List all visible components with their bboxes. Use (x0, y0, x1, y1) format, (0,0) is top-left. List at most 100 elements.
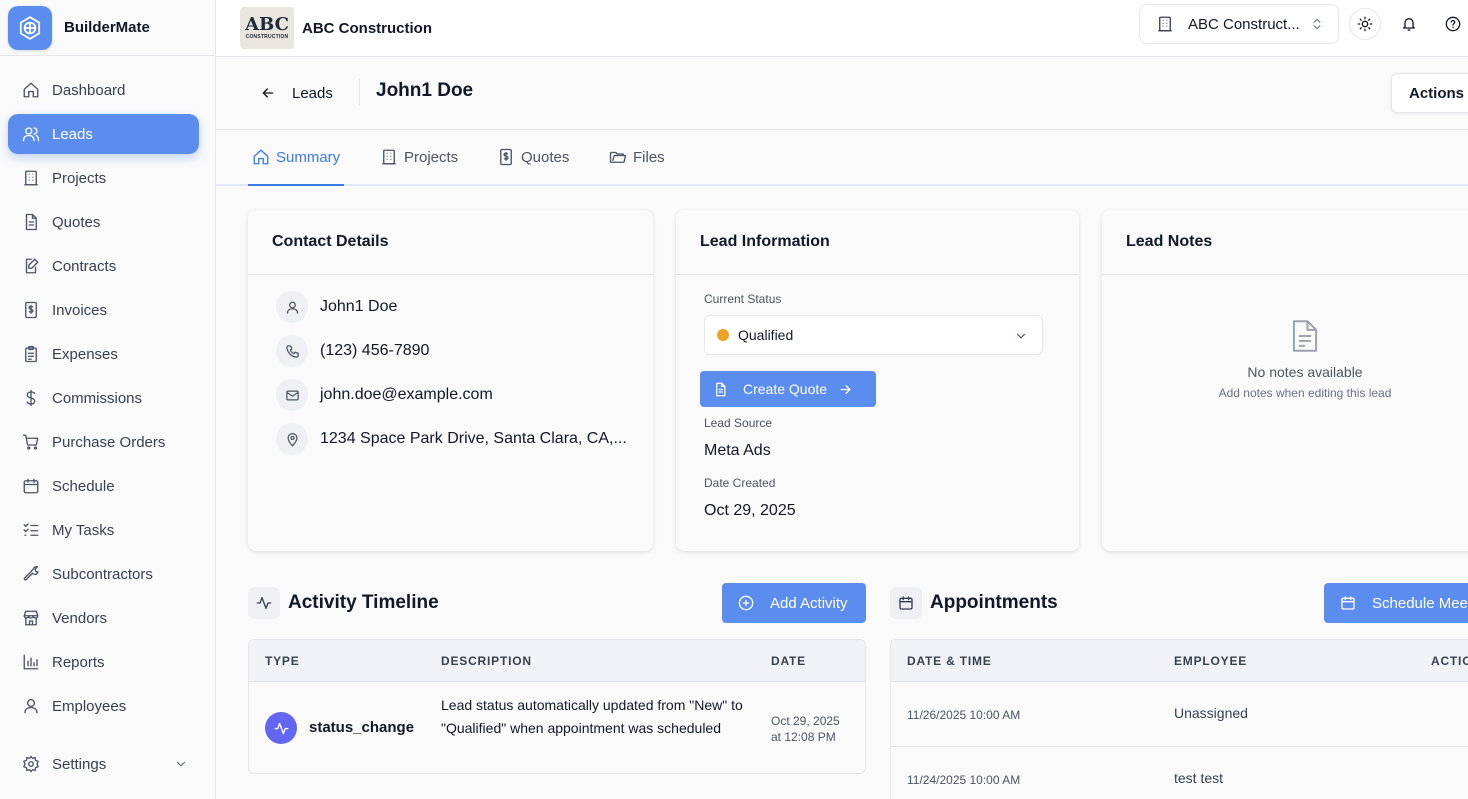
contact-name: John1 Doe (320, 298, 398, 315)
arrow-left-icon (262, 88, 274, 98)
activity-time: at 12:08 PM (771, 730, 836, 744)
sidebar-item-leads[interactable]: Leads (8, 114, 199, 154)
contact-phone[interactable]: (123) 456-7890 (320, 342, 429, 360)
company-name: ABC Construction (302, 19, 432, 37)
table-row[interactable]: 11/24/2025 10:00 AM test test (891, 747, 1468, 799)
notes-empty-title: No notes available (1247, 364, 1363, 380)
help-circle-icon (1445, 16, 1461, 32)
help-button[interactable] (1437, 8, 1468, 40)
status-value: Qualified (738, 327, 794, 343)
schedule-meeting-button[interactable]: Schedule Meeting (1324, 583, 1468, 623)
document-icon (1292, 320, 1318, 352)
app-logo-icon[interactable] (8, 5, 52, 50)
sidebar-item-commissions[interactable]: Commissions (8, 378, 199, 418)
company-logo-subtext: CONSTRUCTION (245, 34, 289, 40)
wrench-icon (23, 566, 39, 581)
table-row[interactable]: status_change Lead status automatically … (249, 682, 865, 773)
create-quote-label: Create Quote (743, 381, 828, 397)
actions-button[interactable]: Actions (1391, 73, 1468, 113)
card-title: Contact Details (248, 210, 653, 275)
column-header-date: DATE (771, 654, 806, 668)
dollar-file-icon (500, 148, 512, 166)
list-check-icon (23, 523, 39, 536)
building-icon (382, 149, 396, 165)
theme-toggle-button[interactable] (1349, 8, 1381, 40)
sidebar-item-vendors[interactable]: Vendors (8, 598, 199, 638)
sidebar-item-expenses[interactable]: Expenses (8, 334, 199, 374)
create-quote-button[interactable]: Create Quote (700, 371, 876, 407)
sidebar-item-contracts[interactable]: Contracts (8, 246, 199, 286)
tab-label: Projects (404, 148, 459, 166)
sidebar-item-employees[interactable]: Employees (8, 686, 199, 726)
sidebar-item-subcontractors[interactable]: Subcontractors (8, 554, 199, 594)
back-to-leads-link[interactable]: Leads (260, 81, 333, 105)
sidebar-item-settings[interactable]: Settings (8, 744, 200, 784)
contact-address-row: 1234 Space Park Drive, Santa Clara, CA,.… (276, 423, 627, 455)
appointment-datetime: 11/24/2025 10:00 AM (907, 773, 1021, 787)
status-select[interactable]: Qualified (704, 315, 1043, 355)
notes-empty-subtitle: Add notes when editing this lead (1218, 386, 1392, 400)
lead-source-value: Meta Ads (704, 442, 771, 459)
phone-icon (276, 335, 308, 367)
plus-circle-icon (738, 595, 754, 611)
tab-summary[interactable]: Summary (248, 130, 345, 186)
lead-tabs: Summary Projects Quotes Files (216, 130, 1468, 186)
notifications-button[interactable] (1393, 8, 1425, 40)
mail-icon (276, 379, 308, 411)
sidebar-item-invoices[interactable]: Invoices (8, 290, 199, 330)
dollar-icon (26, 389, 36, 407)
appointment-datetime: 11/26/2025 10:00 AM (907, 708, 1021, 722)
sidebar-item-label: Purchase Orders (52, 433, 166, 451)
sidebar-item-label: Settings (52, 755, 107, 773)
sidebar-item-reports[interactable]: Reports (8, 642, 199, 682)
sun-icon (1357, 16, 1373, 32)
tab-files[interactable]: Files (605, 130, 669, 184)
sidebar: BuilderMate Dashboard Leads Projects Quo… (0, 0, 216, 799)
sidebar-item-label: Projects (52, 169, 107, 187)
activity-icon (248, 587, 280, 619)
sidebar-item-label: Quotes (52, 213, 101, 231)
table-row[interactable]: 11/26/2025 10:00 AM Unassigned (891, 682, 1468, 747)
sidebar-item-projects[interactable]: Projects (8, 158, 199, 198)
lead-information-card: Lead Information Current Status Qualifie… (676, 210, 1079, 551)
company-switcher-label: ABC Construct... (1188, 15, 1300, 33)
sidebar-item-label: Subcontractors (52, 565, 153, 583)
add-activity-button[interactable]: Add Activity (722, 583, 866, 623)
company-logo: ABC CONSTRUCTION (240, 7, 294, 49)
brand: BuilderMate (0, 0, 215, 56)
store-icon (23, 610, 39, 626)
sidebar-item-dashboard[interactable]: Dashboard (8, 70, 199, 110)
activity-type-icon (265, 712, 297, 744)
tab-quotes[interactable]: Quotes (493, 130, 573, 184)
gear-icon (22, 755, 40, 773)
sidebar-item-label: Reports (52, 653, 105, 671)
sidebar-item-my-tasks[interactable]: My Tasks (8, 510, 199, 550)
sidebar-item-quotes[interactable]: Quotes (8, 202, 199, 242)
contact-email[interactable]: john.doe@example.com (320, 386, 493, 404)
section-title: Activity Timeline (288, 592, 439, 613)
activity-timeline-header: Activity Timeline (248, 586, 439, 620)
chevron-down-icon (176, 761, 186, 767)
calendar-icon (23, 478, 39, 494)
home-icon (23, 82, 39, 98)
column-header-date-time: DATE & TIME (907, 654, 992, 668)
appointments-header: Appointments (890, 586, 1058, 620)
clipboard-icon (25, 345, 37, 363)
card-title: Lead Notes (1102, 210, 1468, 275)
company-switcher[interactable]: ABC Construct... (1139, 4, 1339, 44)
card-title: Lead Information (676, 210, 1079, 275)
home-icon (253, 149, 269, 165)
sidebar-item-label: Expenses (52, 345, 118, 363)
company-logo-text: ABC (245, 14, 289, 35)
sidebar-item-label: Contracts (52, 257, 117, 275)
sidebar-item-purchase-orders[interactable]: Purchase Orders (8, 422, 199, 462)
sidebar-item-schedule[interactable]: Schedule (8, 466, 199, 506)
tab-projects[interactable]: Projects (376, 130, 462, 184)
table-header: DATE & TIME EMPLOYEE ACTIONS (891, 640, 1468, 682)
user-icon (24, 698, 38, 714)
status-dot (717, 329, 729, 341)
arrow-right-icon (840, 384, 851, 394)
sidebar-item-label: Commissions (52, 389, 143, 407)
lead-notes-card: Lead Notes No notes available Add notes … (1102, 210, 1468, 551)
users-icon (22, 127, 40, 142)
